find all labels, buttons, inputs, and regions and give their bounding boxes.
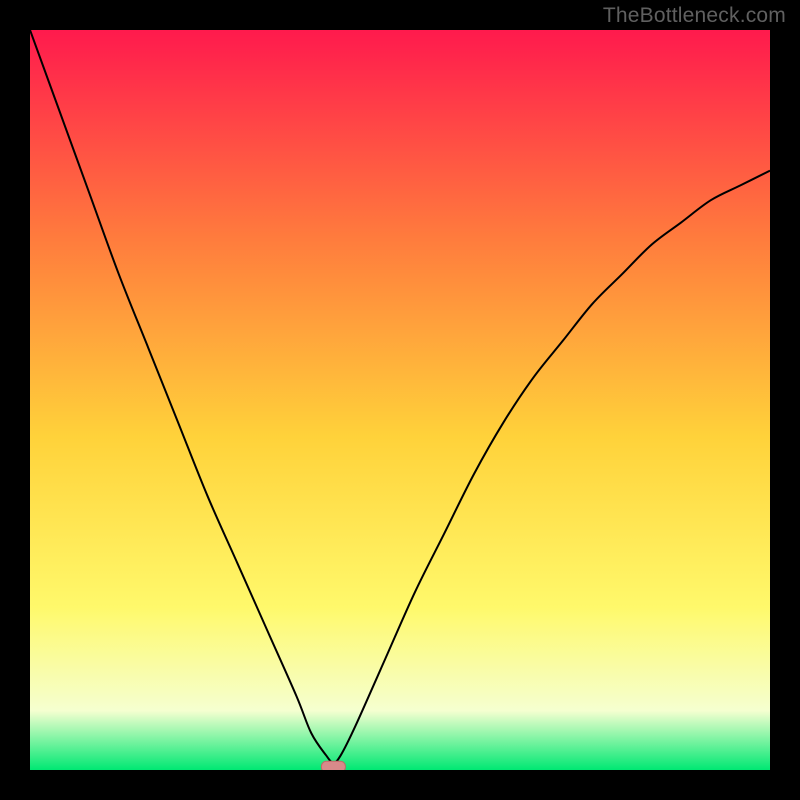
chart-frame: TheBottleneck.com [0, 0, 800, 800]
optimal-marker [321, 761, 345, 770]
gradient-background [30, 30, 770, 770]
watermark-text: TheBottleneck.com [603, 4, 786, 28]
chart-svg [30, 30, 770, 770]
plot-area [30, 30, 770, 770]
